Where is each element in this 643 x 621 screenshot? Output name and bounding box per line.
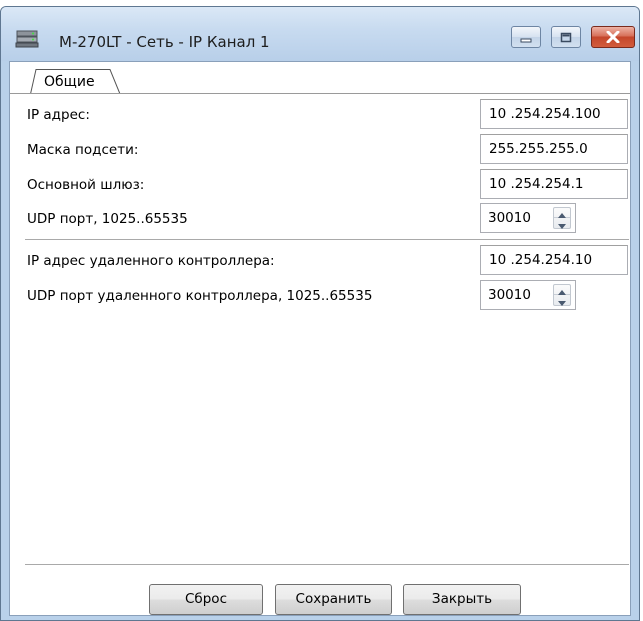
window-title: М-270LT - Сеть - IP Канал 1 [59, 33, 270, 51]
arrow-down-icon [558, 214, 566, 233]
dialog-client-area: Общие IP адрес: 10 .254.254.100 Маска по… [9, 61, 631, 616]
udp-port-stepper[interactable]: 30010 [480, 203, 576, 233]
remote-udp-port-stepper[interactable]: 30010 [480, 280, 576, 310]
subnet-mask-input[interactable]: 255.255.255.0 [480, 134, 628, 164]
subnet-mask-label: Маска подсети: [27, 142, 139, 158]
remote-ip-input[interactable]: 10 .254.254.10 [480, 245, 628, 275]
udp-port-label: UDP порт, 1025..65535 [27, 211, 188, 227]
arrow-down-icon [558, 291, 566, 310]
udp-port-value[interactable]: 30010 [488, 204, 531, 232]
udp-port-decrement[interactable] [554, 218, 570, 229]
dialog-window: М-270LT - Сеть - IP Канал 1 Общие IP адр… [0, 6, 640, 621]
close-window-button[interactable] [591, 26, 635, 48]
network-device-icon [15, 30, 39, 48]
section-divider [25, 239, 629, 240]
maximize-icon [560, 28, 572, 47]
row-gateway: Основной шлюз: 10 .254.254.1 [10, 169, 630, 199]
tab-general[interactable]: Общие [30, 68, 125, 94]
maximize-button[interactable] [551, 26, 581, 48]
reset-button[interactable]: Сброс [149, 584, 263, 615]
remote-ip-label: IP адрес удаленного контроллера: [27, 253, 275, 269]
row-subnet-mask: Маска подсети: 255.255.255.0 [10, 134, 630, 164]
gateway-input[interactable]: 10 .254.254.1 [480, 169, 628, 199]
remote-udp-port-decrement[interactable] [554, 295, 570, 306]
row-remote-udp-port: UDP порт удаленного контроллера, 1025..6… [10, 280, 630, 310]
row-remote-ip: IP адрес удаленного контроллера: 10 .254… [10, 245, 630, 275]
tab-strip: Общие [10, 62, 630, 94]
udp-port-spin-buttons [553, 207, 571, 229]
tab-general-label: Общие [44, 74, 95, 90]
tab-underline [10, 93, 630, 94]
minimize-icon [520, 28, 532, 47]
caption-buttons [501, 26, 635, 48]
remote-udp-port-label: UDP порт удаленного контроллера, 1025..6… [27, 288, 373, 304]
title-bar[interactable]: М-270LT - Сеть - IP Канал 1 [1, 7, 639, 61]
save-button[interactable]: Сохранить [275, 584, 392, 615]
ip-address-input[interactable]: 10 .254.254.100 [480, 99, 628, 129]
remote-udp-port-spin-buttons [553, 284, 571, 306]
row-ip-address: IP адрес: 10 .254.254.100 [10, 99, 630, 129]
footer-divider [25, 564, 629, 565]
close-icon [606, 28, 620, 47]
ip-address-label: IP адрес: [27, 107, 90, 123]
minimize-button[interactable] [511, 26, 541, 48]
row-udp-port: UDP порт, 1025..65535 30010 [10, 203, 630, 233]
gateway-label: Основной шлюз: [27, 177, 145, 193]
close-button[interactable]: Закрыть [403, 584, 521, 615]
remote-udp-port-value[interactable]: 30010 [488, 281, 531, 309]
